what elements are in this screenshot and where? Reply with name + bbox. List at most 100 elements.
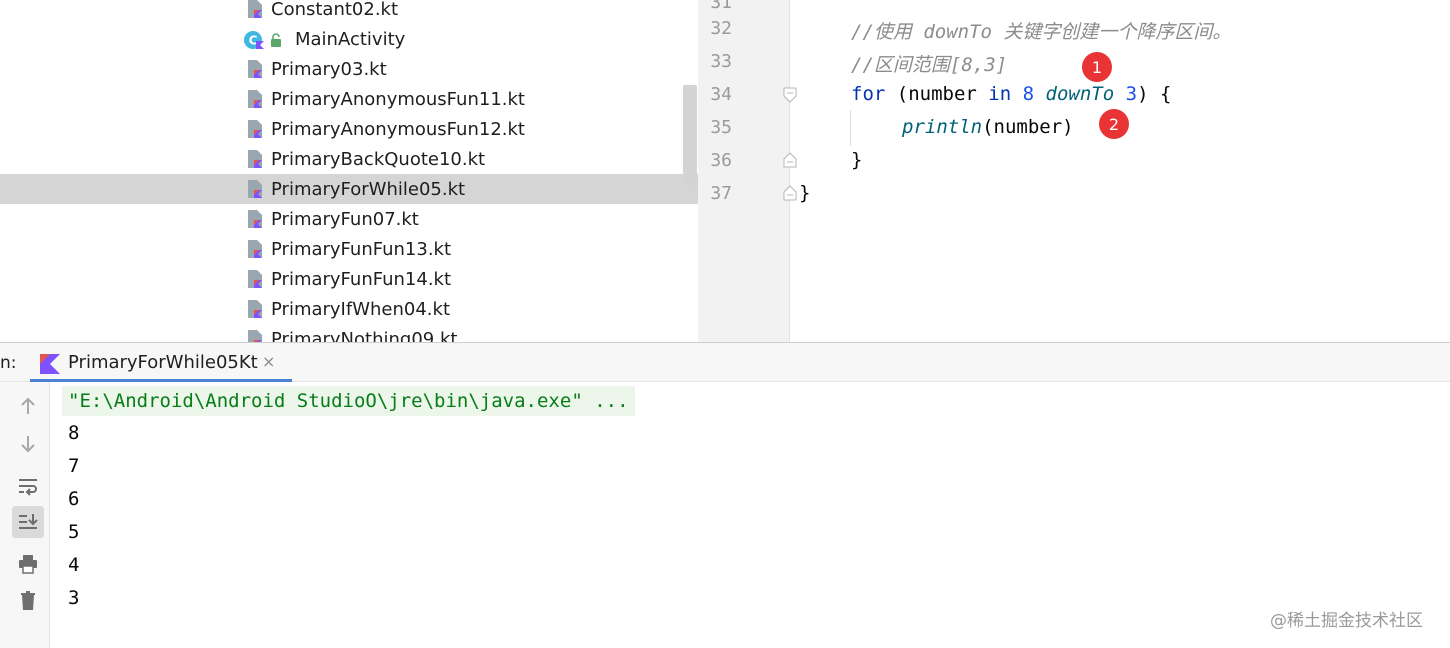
tree-item-primaryifwhen04[interactable]: PrimaryIfWhen04.kt: [0, 294, 698, 324]
line-number: 37: [710, 183, 732, 204]
tree-item-label: Constant02.kt: [271, 0, 399, 20]
kotlin-file-icon: [248, 150, 262, 168]
code-number: 3: [1125, 83, 1138, 105]
code-keyword: in: [988, 83, 1012, 105]
console-output-line: 5: [68, 521, 80, 543]
annotation-badge-2: 2: [1099, 109, 1129, 139]
kotlin-file-icon: [248, 180, 262, 198]
code-brace: }: [851, 149, 863, 171]
lock-icon: [271, 33, 281, 47]
run-tab-label: PrimaryForWhile05Kt: [68, 352, 258, 373]
console-output-line: 6: [68, 488, 80, 510]
line-number: 34: [710, 84, 732, 105]
console-output[interactable]: "E:\Android\Android StudioO\jre\bin\java…: [50, 382, 1450, 648]
print-button[interactable]: [12, 548, 44, 580]
code-text: ) {: [1137, 83, 1172, 105]
tree-item-primary03[interactable]: Primary03.kt: [0, 54, 698, 84]
console-command-line: "E:\Android\Android StudioO\jre\bin\java…: [62, 386, 635, 416]
line-number: 31: [710, 0, 732, 13]
up-arrow-button[interactable]: [12, 390, 44, 422]
editor-gutter: 31 32 33 34 35 36 37: [698, 0, 797, 342]
code-number: 8: [1022, 83, 1035, 105]
tree-item-label: PrimaryIfWhen04.kt: [271, 298, 450, 320]
run-panel-title: n:: [0, 353, 17, 373]
run-toolbar: [0, 382, 50, 648]
kotlin-file-icon: [248, 0, 262, 18]
tree-item-label: Primary03.kt: [271, 58, 387, 80]
code-keyword: for: [851, 83, 886, 105]
code-function: downTo: [1045, 83, 1115, 105]
fold-close-icon[interactable]: [783, 152, 797, 168]
close-icon[interactable]: ×: [262, 352, 275, 371]
trash-icon: [21, 591, 35, 610]
tree-item-label: MainActivity: [295, 28, 406, 50]
up-arrow-icon: [21, 397, 35, 414]
indent-guide: [850, 110, 851, 146]
code-line-println: println(number): [902, 116, 1074, 138]
tree-item-primaryanonymousfun12[interactable]: PrimaryAnonymousFun12.kt: [0, 114, 698, 144]
console-output-line: 7: [68, 455, 80, 477]
print-icon: [19, 555, 37, 574]
tree-item-label: PrimaryAnonymousFun11.kt: [271, 88, 525, 110]
annotation-badge-1: 1: [1082, 52, 1112, 82]
tree-item-label: PrimaryFun07.kt: [271, 208, 419, 230]
scroll-to-end-button[interactable]: [12, 506, 44, 538]
fold-close-icon[interactable]: [783, 185, 797, 201]
tree-item-primaryanonymousfun11[interactable]: PrimaryAnonymousFun11.kt: [0, 84, 698, 114]
kotlin-file-icon: [248, 210, 262, 228]
tree-item-primarynothing09[interactable]: PrimaryNothing09.kt: [0, 324, 698, 342]
kotlin-file-icon: [248, 60, 262, 78]
line-number: 36: [710, 150, 732, 171]
watermark: @稀土掘金技术社区: [1270, 611, 1423, 631]
line-number: 33: [710, 51, 732, 72]
tree-item-primaryforwhile05[interactable]: PrimaryForWhile05.kt: [0, 174, 698, 204]
code-text: (number): [982, 116, 1074, 138]
code-function: println: [902, 116, 983, 138]
tree-item-primaryfunfun14[interactable]: PrimaryFunFun14.kt: [0, 264, 698, 294]
fold-open-icon[interactable]: [783, 87, 797, 103]
tree-item-constant02[interactable]: Constant02.kt: [0, 0, 698, 24]
scroll-to-end-icon: [19, 514, 38, 529]
down-arrow-button[interactable]: [12, 428, 44, 460]
soft-wrap-button[interactable]: [12, 470, 44, 502]
kotlin-class-icon: C: [244, 31, 264, 49]
kotlin-file-icon: [248, 120, 262, 138]
clear-console-button[interactable]: [12, 584, 44, 616]
tree-item-label: PrimaryAnonymousFun12.kt: [271, 118, 525, 140]
code-text: (number: [885, 83, 989, 105]
code-line-for: for (number in 8 downTo 3) {: [851, 83, 1171, 105]
kotlin-icon: [40, 354, 60, 374]
run-tab-bar: n: PrimaryForWhile05Kt ×: [0, 342, 1450, 382]
line-number: 35: [710, 117, 732, 138]
code-editor[interactable]: 31 32 33 34 35 36 37: [698, 0, 1450, 342]
soft-wrap-icon: [19, 479, 37, 496]
tree-item-mainactivity[interactable]: C MainActivity: [0, 24, 698, 54]
tree-scrollbar-thumb[interactable]: [683, 85, 697, 185]
tree-item-label: PrimaryBackQuote10.kt: [271, 148, 486, 170]
kotlin-file-icon: [248, 90, 262, 108]
console-output-line: 3: [68, 587, 80, 609]
tree-item-primarybackquote10[interactable]: PrimaryBackQuote10.kt: [0, 144, 698, 174]
code-brace: }: [799, 182, 811, 204]
down-arrow-icon: [21, 436, 35, 453]
console-output-line: 8: [68, 422, 80, 444]
kotlin-file-icon: [248, 330, 262, 342]
kotlin-file-icon: [248, 270, 262, 288]
tree-item-primaryfun07[interactable]: PrimaryFun07.kt: [0, 204, 698, 234]
tree-item-label: PrimaryForWhile05.kt: [271, 178, 466, 200]
kotlin-file-icon: [248, 240, 262, 258]
code-comment: //区间范围[8,3]: [851, 54, 1008, 76]
tree-item-label: PrimaryNothing09.kt: [271, 328, 458, 343]
code-comment: //使用 downTo 关键字创建一个降序区间。: [851, 21, 1232, 43]
kotlin-file-icon: [248, 300, 262, 318]
line-number: 32: [710, 18, 732, 39]
tree-item-primaryfunfun13[interactable]: PrimaryFunFun13.kt: [0, 234, 698, 264]
console-output-line: 4: [68, 554, 80, 576]
run-tab[interactable]: PrimaryForWhile05Kt ×: [30, 343, 292, 382]
tree-item-label: PrimaryFunFun13.kt: [271, 238, 452, 260]
tree-item-label: PrimaryFunFun14.kt: [271, 268, 452, 290]
project-tree: Constant02.kt C MainActivity Primary03.k…: [0, 0, 698, 342]
